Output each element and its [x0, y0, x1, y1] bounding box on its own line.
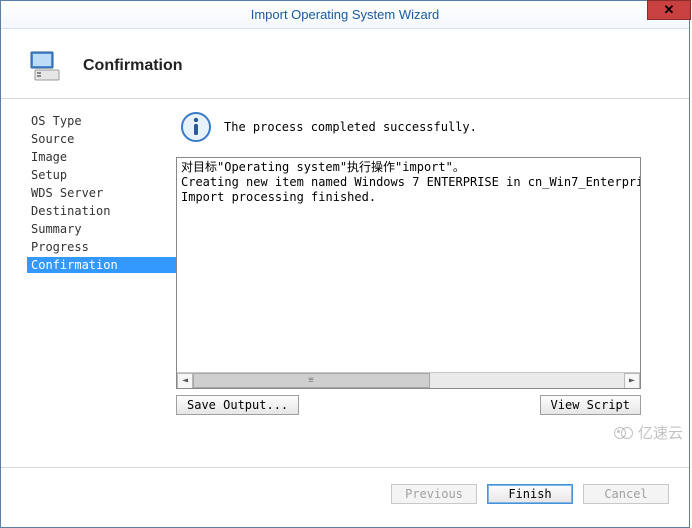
log-line: Import processing finished.: [181, 190, 376, 204]
scroll-track[interactable]: ≡: [193, 373, 624, 388]
computer-icon: [25, 46, 65, 86]
finish-button[interactable]: Finish: [487, 484, 573, 504]
sidebar-item-wds-server[interactable]: WDS Server: [27, 185, 176, 201]
action-row: Save Output... View Script: [176, 395, 641, 415]
scroll-left-arrow-icon[interactable]: ◄: [177, 373, 193, 389]
log-line: Creating new item named Windows 7 ENTERP…: [181, 175, 641, 189]
scroll-right-arrow-icon[interactable]: ►: [624, 373, 640, 389]
steps-sidebar: OS Type Source Image Setup WDS Server De…: [1, 99, 176, 467]
previous-button: Previous: [391, 484, 477, 504]
status-text: The process completed successfully.: [224, 120, 477, 134]
log-output[interactable]: 对目标"Operating system"执行操作"import"。 Creat…: [176, 157, 641, 389]
horizontal-scrollbar[interactable]: ◄ ≡ ►: [177, 372, 640, 388]
close-icon: ✕: [664, 2, 675, 18]
sidebar-item-progress[interactable]: Progress: [27, 239, 176, 255]
save-output-button[interactable]: Save Output...: [176, 395, 299, 415]
cancel-button: Cancel: [583, 484, 669, 504]
page-title: Confirmation: [83, 57, 183, 75]
wizard-footer: Previous Finish Cancel: [1, 467, 689, 519]
sidebar-item-summary[interactable]: Summary: [27, 221, 176, 237]
status-row: The process completed successfully.: [176, 107, 675, 157]
sidebar-item-image[interactable]: Image: [27, 149, 176, 165]
wizard-body: OS Type Source Image Setup WDS Server De…: [1, 99, 689, 467]
sidebar-item-os-type[interactable]: OS Type: [27, 113, 176, 129]
titlebar: Import Operating System Wizard ✕: [1, 1, 689, 29]
close-button[interactable]: ✕: [647, 0, 691, 20]
main-panel: The process completed successfully. 对目标"…: [176, 99, 689, 467]
sidebar-item-source[interactable]: Source: [27, 131, 176, 147]
wizard-header: Confirmation: [1, 29, 689, 99]
sidebar-item-confirmation[interactable]: Confirmation: [27, 257, 177, 273]
scroll-thumb[interactable]: ≡: [193, 373, 430, 388]
info-icon: [180, 111, 212, 143]
view-script-button[interactable]: View Script: [540, 395, 641, 415]
sidebar-item-destination[interactable]: Destination: [27, 203, 176, 219]
sidebar-item-setup[interactable]: Setup: [27, 167, 176, 183]
window-title: Import Operating System Wizard: [251, 7, 440, 22]
wizard-window: Import Operating System Wizard ✕ Confirm…: [0, 0, 690, 528]
log-line: 对目标"Operating system"执行操作"import"。: [181, 160, 465, 174]
